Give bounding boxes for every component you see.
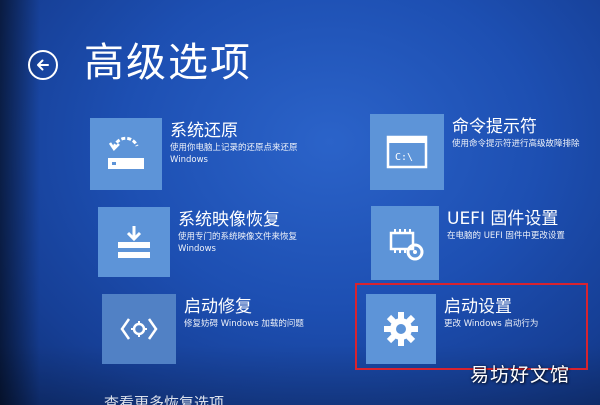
option-title: 系统还原 bbox=[170, 121, 238, 141]
option-tile: C:\ bbox=[370, 114, 444, 190]
more-recovery-options-link[interactable]: 查看更多恢复选项 bbox=[104, 393, 224, 405]
option-startup-repair[interactable]: 启动修复 修复妨碍 Windows 加载的问题 bbox=[102, 294, 304, 364]
option-description-line2: Windows bbox=[178, 244, 216, 254]
option-description: 使用你电脑上记录的还原点来还原 bbox=[170, 143, 298, 153]
option-tile bbox=[371, 206, 439, 280]
option-title: 命令提示符 bbox=[452, 117, 537, 137]
page-title: 高级选项 bbox=[84, 40, 252, 86]
image-recovery-icon bbox=[118, 226, 150, 258]
option-system-image-recovery[interactable]: 系统映像恢复 使用专门的系统映像文件来恢复 Windows bbox=[98, 207, 297, 277]
option-title: UEFI 固件设置 bbox=[447, 209, 559, 229]
option-description: 修复妨碍 Windows 加载的问题 bbox=[184, 319, 304, 329]
option-tile bbox=[98, 207, 170, 277]
option-description: 在电脑的 UEFI 固件中更改设置 bbox=[447, 231, 565, 241]
option-description-line2: Windows bbox=[170, 155, 208, 165]
svg-text:C:\: C:\ bbox=[395, 152, 413, 163]
option-description: 使用命令提示符进行高级故障排除 bbox=[452, 139, 580, 149]
option-system-restore[interactable]: 系统还原 使用你电脑上记录的还原点来还原 Windows bbox=[90, 118, 298, 190]
command-prompt-icon: C:\ bbox=[386, 135, 428, 169]
back-arrow-icon bbox=[37, 59, 49, 71]
option-description: 使用专门的系统映像文件来恢复 bbox=[178, 232, 298, 242]
firmware-chip-icon bbox=[389, 229, 424, 261]
option-command-prompt[interactable]: C:\ 命令提示符 使用命令提示符进行高级故障排除 bbox=[370, 114, 580, 190]
option-uefi-firmware[interactable]: UEFI 固件设置 在电脑的 UEFI 固件中更改设置 bbox=[371, 206, 565, 280]
option-tile bbox=[90, 118, 162, 190]
option-title: 系统映像恢复 bbox=[178, 210, 280, 230]
option-title: 启动修复 bbox=[184, 297, 252, 317]
restore-icon bbox=[108, 136, 144, 169]
option-tile bbox=[102, 294, 176, 364]
highlight-box bbox=[355, 283, 588, 370]
watermark: 易坊好文馆 bbox=[469, 364, 570, 386]
repair-brackets-icon bbox=[120, 318, 158, 340]
back-button[interactable] bbox=[28, 50, 58, 80]
